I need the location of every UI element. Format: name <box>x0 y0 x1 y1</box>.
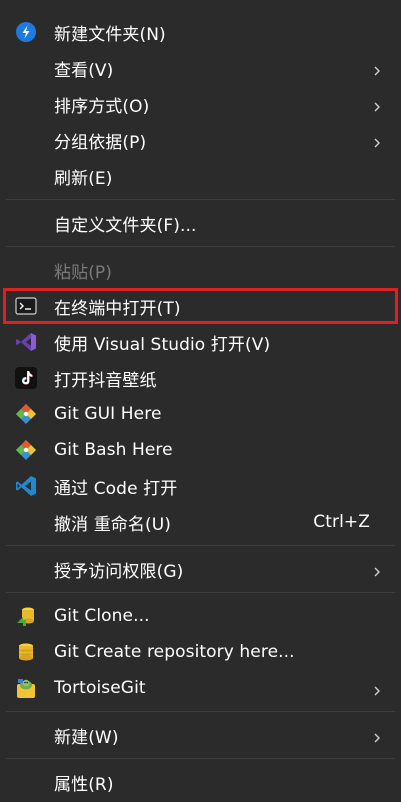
terminal-icon <box>14 294 38 318</box>
menu-item-label: Git Create repository here... <box>54 642 295 662</box>
visual-studio-icon <box>14 330 38 354</box>
menu-item-label: 新建(W) <box>54 727 119 748</box>
menu-item-git-gui[interactable]: Git GUI Here <box>0 396 401 432</box>
menu-item-label: 分组依据(P) <box>54 132 147 153</box>
menu-item-customize-folder[interactable]: 自定义文件夹(F)... <box>0 205 401 241</box>
menu-item-label: 通过 Code 打开 <box>54 478 178 499</box>
separator <box>6 592 395 593</box>
git-gui-icon <box>14 402 38 426</box>
menu-item-label: TortoiseGit <box>54 678 146 698</box>
menu-item-git-clone[interactable]: Git Clone... <box>0 598 401 634</box>
new-folder-icon <box>14 20 38 44</box>
separator <box>6 246 395 247</box>
menu-item-label: Git GUI Here <box>54 404 162 424</box>
menu-item-sort[interactable]: 排序方式(O) <box>0 86 401 122</box>
chevron-right-icon <box>371 682 383 696</box>
menu-item-open-visual-studio[interactable]: 使用 Visual Studio 打开(V) <box>0 324 401 360</box>
separator <box>6 199 395 200</box>
tortoisegit-icon <box>14 676 38 700</box>
menu-item-label: 查看(V) <box>54 60 114 81</box>
menu-item-label: 刷新(E) <box>54 168 113 189</box>
separator <box>6 711 395 712</box>
menu-item-label: 使用 Visual Studio 打开(V) <box>54 334 271 355</box>
menu-item-label: Git Clone... <box>54 606 150 626</box>
context-menu: 新建文件夹(N) 查看(V) 排序方式(O) 分组依据(P) 刷新(E) 自定义… <box>0 0 401 802</box>
menu-item-open-terminal[interactable]: 在终端中打开(T) <box>0 288 401 324</box>
chevron-right-icon <box>371 62 383 76</box>
tiktok-icon <box>14 366 38 390</box>
separator <box>6 545 395 546</box>
menu-item-new-folder[interactable]: 新建文件夹(N) <box>0 14 401 50</box>
vscode-icon <box>14 474 38 498</box>
chevron-right-icon <box>371 98 383 112</box>
menu-item-douyin-wallpaper[interactable]: 打开抖音壁纸 <box>0 360 401 396</box>
menu-item-label: 新建文件夹(N) <box>54 24 166 45</box>
git-repository-icon <box>14 640 38 664</box>
menu-item-label: 授予访问权限(G) <box>54 561 184 582</box>
menu-item-label: 打开抖音壁纸 <box>54 370 157 391</box>
menu-item-group[interactable]: 分组依据(P) <box>0 122 401 158</box>
menu-item-label: 自定义文件夹(F)... <box>54 215 197 236</box>
menu-item-view[interactable]: 查看(V) <box>0 50 401 86</box>
chevron-right-icon <box>371 729 383 743</box>
menu-item-refresh[interactable]: 刷新(E) <box>0 158 401 194</box>
menu-item-git-bash[interactable]: Git Bash Here <box>0 432 401 468</box>
menu-item-label: 粘贴(P) <box>54 262 113 283</box>
menu-item-undo-rename[interactable]: 撤消 重命名(U) Ctrl+Z <box>0 504 401 540</box>
menu-item-properties[interactable]: 属性(R) <box>0 764 401 800</box>
menu-item-label: 排序方式(O) <box>54 96 150 117</box>
chevron-right-icon <box>371 134 383 148</box>
menu-item-label: Git Bash Here <box>54 440 173 460</box>
git-clone-icon <box>14 604 38 628</box>
shortcut-label: Ctrl+Z <box>313 512 370 532</box>
menu-item-open-with-code[interactable]: 通过 Code 打开 <box>0 468 401 504</box>
menu-item-label: 撤消 重命名(U) <box>54 514 172 535</box>
menu-item-paste: 粘贴(P) <box>0 252 401 288</box>
git-bash-icon <box>14 438 38 462</box>
menu-item-git-create-repository[interactable]: Git Create repository here... <box>0 634 401 670</box>
chevron-right-icon <box>371 563 383 577</box>
menu-item-grant-access[interactable]: 授予访问权限(G) <box>0 551 401 587</box>
menu-item-label: 属性(R) <box>54 774 114 795</box>
menu-item-new[interactable]: 新建(W) <box>0 717 401 753</box>
menu-item-label: 在终端中打开(T) <box>54 298 181 319</box>
separator <box>6 758 395 759</box>
menu-item-tortoisegit[interactable]: TortoiseGit <box>0 670 401 706</box>
